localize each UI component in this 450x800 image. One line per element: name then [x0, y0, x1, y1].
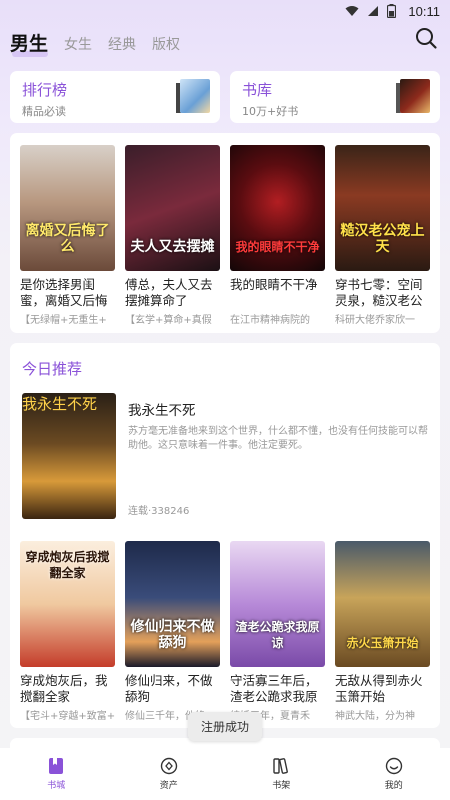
nav-assets[interactable]: 资产 — [139, 757, 199, 791]
book-cover: 夫人又去摆摊 — [125, 145, 220, 271]
nav-label: 我的 — [384, 781, 403, 791]
status-bar: 10:11 — [0, 0, 450, 22]
book-item[interactable]: 糙汉老公宠上天 穿书七零：空间灵泉，糙汉老公宠上天 科研大佬乔家欣一 — [335, 145, 430, 326]
top-books-section: 离婚又后悔了么 是你选择男闺蜜，离婚又后悔了 【无绿帽+无重生+ 夫人又去摆摊 … — [10, 133, 440, 333]
book-cover: 赤火玉箫开始 — [335, 541, 430, 667]
cover-title: 夫人又去摆摊 — [130, 239, 215, 255]
cover-title: 赤火玉箫开始 — [346, 636, 419, 650]
book-cover: 糙汉老公宠上天 — [335, 145, 430, 271]
featured-cover: 我永生不死 — [22, 393, 116, 519]
book-cover: 我的眼睛不干净 — [230, 145, 325, 271]
book-item[interactable]: 夫人又去摆摊 傅总，夫人又去摆摊算命了 【玄学+算命+真假 — [125, 145, 220, 326]
search-icon — [416, 28, 437, 49]
cover-title: 我的眼睛不干净 — [235, 240, 320, 254]
featured-title: 我永生不死 — [128, 403, 196, 419]
entry-row: 排行榜 精品必读 书库 10万+好书 — [10, 71, 440, 123]
book-title: 守活寡三年后，渣老公跪求我原谅 — [230, 673, 318, 704]
book-item[interactable]: 渣老公跪求我原谅 守活寡三年后，渣老公跪求我原谅 结婚三年，夏青禾 — [230, 541, 325, 722]
search-button[interactable] — [414, 26, 438, 50]
nav-profile[interactable]: 我的 — [364, 757, 424, 791]
profile-icon — [385, 757, 402, 775]
featured-cover-title: 我永生不死 — [22, 395, 98, 413]
today-section: 今日推荐 我永生不死 我永生不死 苏方毫无准备地来到这个世界，什么都不懂，也没有… — [10, 343, 440, 728]
book-item[interactable]: 离婚又后悔了么 是你选择男闺蜜，离婚又后悔了 【无绿帽+无重生+ — [20, 145, 115, 326]
library-entry[interactable]: 书库 10万+好书 — [230, 71, 440, 123]
book-desc: 【无绿帽+无重生+ — [20, 315, 107, 326]
toast-message: 注册成功 — [188, 712, 262, 741]
status-time: 10:11 — [408, 3, 440, 19]
book-title: 无敌从得到赤火玉箫开始 — [335, 673, 423, 704]
tab-copyright[interactable]: 版权 — [152, 34, 180, 60]
book-desc: 【玄学+算命+真假 — [125, 315, 212, 326]
category-tabs: 男生 女生 经典 版权 — [10, 28, 180, 60]
nav-label: 书架 — [272, 781, 291, 791]
book-item[interactable]: 穿成炮灰后我搅翻全家 穿成炮灰后，我搅翻全家 【宅斗+穿越+致富+ — [20, 541, 115, 722]
wifi-icon — [345, 6, 359, 16]
cover-title: 穿成炮灰后我搅翻全家 — [25, 550, 110, 580]
book-desc: 神武大陆，分为神 — [335, 711, 415, 722]
nav-label: 书城 — [47, 781, 66, 791]
nav-bookshelf[interactable]: 书架 — [251, 757, 311, 791]
featured-status: 连载·338246 — [128, 506, 190, 517]
book-title: 穿书七零：空间灵泉，糙汉老公宠上天 — [335, 277, 423, 308]
book-desc: 在江市精神病院的 — [230, 315, 310, 326]
library-thumbnail — [400, 79, 430, 113]
nav-bookstore[interactable]: 书城 — [26, 757, 86, 791]
tab-female[interactable]: 女生 — [64, 34, 92, 60]
book-cover: 离婚又后悔了么 — [20, 145, 115, 271]
cover-title: 渣老公跪求我原谅 — [235, 620, 320, 650]
ranking-thumbnail — [180, 79, 210, 113]
book-title: 穿成炮灰后，我搅翻全家 — [20, 673, 108, 704]
book-item[interactable]: 我的眼睛不干净 我的眼睛不干净 在江市精神病院的 — [230, 145, 325, 326]
featured-book[interactable]: 我永生不死 我永生不死 苏方毫无准备地来到这个世界，什么都不懂，也没有任何技能可… — [10, 379, 440, 519]
book-cover: 渣老公跪求我原谅 — [230, 541, 325, 667]
cover-title: 修仙归来不做舔狗 — [130, 619, 215, 651]
ranking-entry[interactable]: 排行榜 精品必读 — [10, 71, 220, 123]
nav-label: 资产 — [159, 781, 178, 791]
book-desc: 【宅斗+穿越+致富+ — [20, 711, 115, 722]
book-cover: 修仙归来不做舔狗 — [125, 541, 220, 667]
book-desc: 科研大佬乔家欣一 — [335, 315, 415, 326]
cover-title: 糙汉老公宠上天 — [340, 223, 425, 255]
book-title: 傅总，夫人又去摆摊算命了 — [125, 277, 213, 308]
bookstore-icon — [49, 758, 64, 774]
book-title: 是你选择男闺蜜，离婚又后悔了 — [20, 277, 108, 308]
assets-icon — [160, 757, 177, 775]
sim-icon — [368, 6, 379, 16]
book-item[interactable]: 赤火玉箫开始 无敌从得到赤火玉箫开始 神武大陆，分为神 — [335, 541, 430, 722]
book-title: 我的眼睛不干净 — [230, 277, 318, 292]
tab-male[interactable]: 男生 — [10, 29, 49, 60]
bookshelf-icon — [273, 758, 289, 774]
battery-icon — [387, 4, 397, 18]
book-cover: 穿成炮灰后我搅翻全家 — [20, 541, 115, 667]
featured-desc: 苏方毫无准备地来到这个世界，什么都不懂，也没有任何技能可以帮助他。这只意味着一件… — [128, 426, 428, 451]
tab-classic[interactable]: 经典 — [108, 34, 136, 60]
bottom-nav: 书城 资产 书架 我的 — [0, 748, 450, 800]
book-title: 修仙归来，不做舔狗 — [125, 673, 213, 704]
section-title: 今日推荐 — [22, 360, 83, 378]
book-item[interactable]: 修仙归来不做舔狗 修仙归来，不做舔狗 修仙三千年，他终 — [125, 541, 220, 722]
cover-title: 离婚又后悔了么 — [25, 223, 110, 255]
